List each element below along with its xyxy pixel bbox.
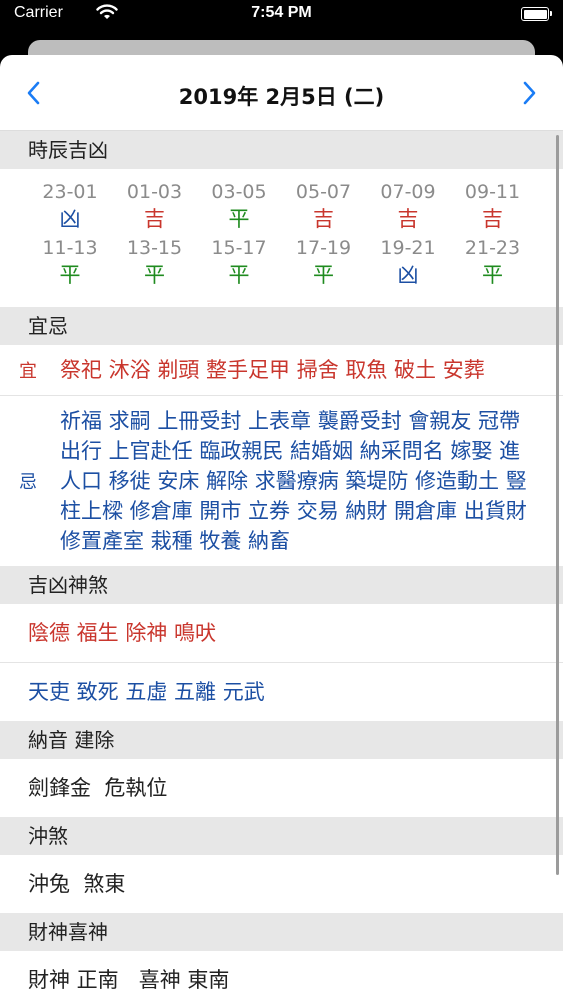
hour-range: 09-11 [464, 181, 521, 203]
date-title: 2019年 2月5日 (二) [178, 85, 385, 109]
section-header-yiji: 宜忌 [0, 307, 563, 345]
hour-range: 07-09 [380, 181, 436, 203]
hour-range: 13-15 [126, 237, 183, 259]
hour-range: 03-05 [211, 181, 267, 203]
hour-luck: 平 [228, 207, 250, 231]
hour-cell: 11-13 平 [28, 235, 112, 289]
section-header-chongsha: 沖煞 [0, 817, 563, 855]
hour-luck: 平 [144, 263, 165, 287]
hour-range: 19-21 [380, 237, 436, 259]
hour-cell: 01-03 吉 [113, 179, 197, 233]
nayin-value: 劍鋒金 危執位 [28, 776, 168, 800]
hour-luck: 平 [482, 263, 503, 287]
hour-range: 05-07 [295, 181, 352, 203]
section-header-nayin: 納音 建除 [0, 721, 563, 759]
almanac-sheet[interactable]: 2019年 2月5日 (二) 時辰吉凶 23-01 凶 01-03 吉 03-05 平 05… [0, 55, 563, 1000]
hour-cell: 07-09 吉 [366, 179, 450, 233]
hour-range: 11-13 [42, 237, 98, 259]
hour-luck: 吉 [482, 207, 503, 231]
status-time: 7:54 PM [251, 4, 312, 21]
hour-luck: 吉 [313, 207, 334, 231]
hours-grid: 23-01 凶 01-03 吉 03-05 平 05-07 吉 07-09 吉 09-11 吉 11-1… [0, 169, 563, 307]
hour-luck: 平 [59, 263, 81, 287]
ji-words: 祈福 求嗣 上冊受封 上表章 襲爵受封 會親友 冠帶 出行 上官赴任 臨政親民 … [60, 409, 527, 553]
hour-range: 01-03 [126, 181, 183, 203]
shensha-bad: 天吏 致死 五虛 五離 元武 [28, 680, 265, 704]
date-nav-bar: 2019年 2月5日 (二) [0, 55, 563, 131]
section-header-shensha: 吉凶神煞 [0, 566, 563, 604]
hour-cell: 19-21 凶 [366, 235, 450, 289]
hour-cell: 03-05 平 [197, 179, 281, 233]
shensha-good: 陰德 福生 除神 鳴吠 [0, 604, 563, 663]
hour-luck: 平 [313, 263, 334, 287]
status-bar: Carrier 7:54 PM [0, 0, 563, 30]
hour-cell: 09-11 吉 [451, 179, 535, 233]
yi-words: 祭祀 沐浴 剃頭 整手足甲 掃舍 取魚 破土 安葬 [60, 358, 485, 382]
hour-luck: 凶 [59, 207, 81, 231]
hour-range: 23-01 [42, 181, 98, 203]
yi-row: 宜 祭祀 沐浴 剃頭 整手足甲 掃舍 取魚 破土 安葬 [0, 345, 563, 396]
ji-tag: 忌 [19, 472, 37, 493]
hour-cell: 23-01 凶 [28, 179, 112, 233]
hour-luck: 吉 [144, 207, 165, 231]
hour-cell: 21-23 平 [451, 235, 535, 289]
hour-cell: 05-07 吉 [282, 179, 366, 233]
section-header-caishen: 財神喜神 [0, 913, 563, 951]
hour-cell: 15-17 平 [197, 235, 281, 289]
hour-range: 15-17 [211, 237, 267, 259]
ji-row: 忌 祈福 求嗣 上冊受封 上表章 襲爵受封 會親友 冠帶 出行 上官赴任 臨政親… [0, 396, 563, 566]
section-header-hours: 時辰吉凶 [0, 131, 563, 169]
hour-luck: 吉 [397, 207, 419, 231]
hour-luck: 平 [228, 263, 250, 287]
battery-icon [521, 7, 552, 21]
hour-range: 17-19 [295, 237, 352, 259]
hour-cell: 17-19 平 [282, 235, 366, 289]
chongsha-value: 沖兔 煞東 [28, 872, 126, 896]
yi-tag: 宜 [19, 361, 37, 382]
hour-cell: 13-15 平 [113, 235, 197, 289]
hour-luck: 凶 [397, 263, 419, 287]
caishen-value: 財神 正南 喜神 東南 [28, 968, 230, 992]
chevron-right-icon[interactable] [517, 80, 541, 106]
hour-range: 21-23 [464, 237, 521, 259]
